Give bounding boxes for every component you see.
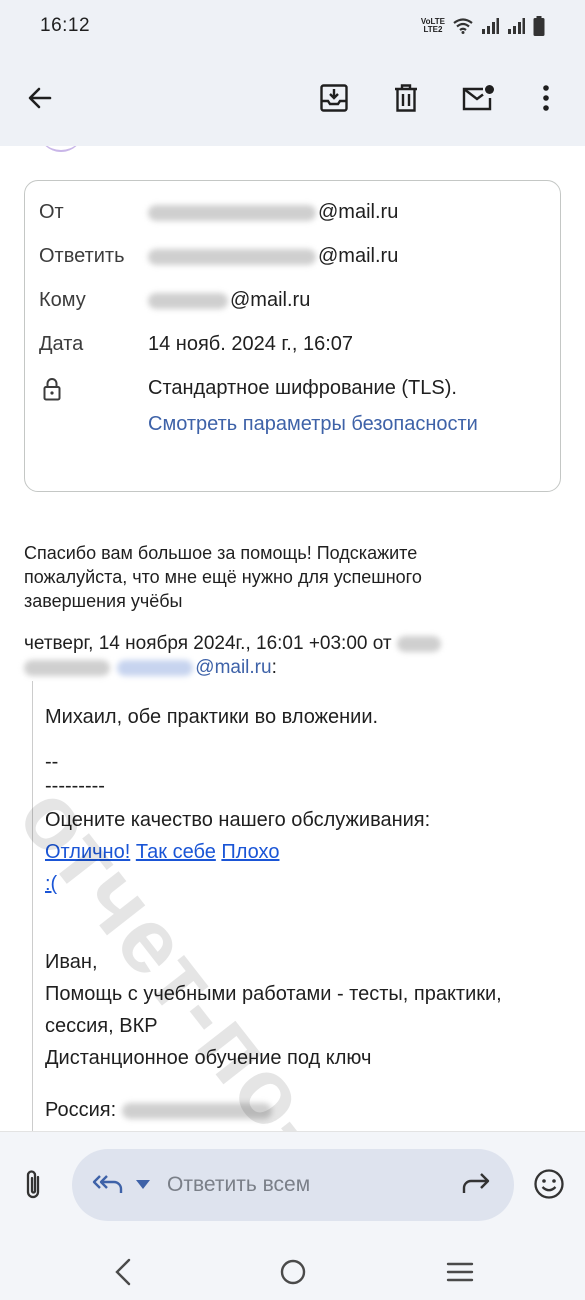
signature-name: Иван, xyxy=(45,951,98,973)
rate-so-so-link[interactable]: Так себе xyxy=(136,841,216,863)
date-label: Дата xyxy=(39,333,84,355)
lock-icon xyxy=(43,378,61,401)
app-bar xyxy=(0,52,585,146)
wifi-icon xyxy=(453,18,473,34)
avatar xyxy=(38,146,84,152)
message-content: От @mail.ru Ответить @mail.ru Кому @mail… xyxy=(0,146,585,1131)
to-value: @mail.ru xyxy=(148,289,310,312)
separator-line: --------- xyxy=(45,775,105,797)
status-time: 16:12 xyxy=(40,15,91,36)
redacted-reply-to xyxy=(148,248,316,265)
rate-sad-link[interactable]: :( xyxy=(45,873,57,895)
reply-all-icon xyxy=(92,1175,123,1193)
service-line: Дистанционное обучение под ключ xyxy=(45,1047,372,1069)
more-vert-icon xyxy=(543,85,549,111)
emoji-icon xyxy=(534,1169,564,1199)
reply-to-label: Ответить xyxy=(39,245,125,267)
back-button[interactable] xyxy=(18,76,62,120)
nav-back-icon[interactable] xyxy=(114,1258,132,1286)
emoji-button[interactable] xyxy=(533,1168,565,1205)
nav-recents-icon[interactable] xyxy=(446,1261,474,1283)
quoted-message: Михаил, обе практики во вложении. -- ---… xyxy=(32,681,572,1131)
reply-to-value: @mail.ru xyxy=(148,245,398,268)
archive-button[interactable] xyxy=(312,76,356,120)
signature-dash: -- xyxy=(45,751,59,773)
rate-excellent-link[interactable]: Отлично! xyxy=(45,841,130,863)
from-label: От xyxy=(39,201,64,223)
redacted-email xyxy=(117,659,194,676)
system-nav-bar xyxy=(0,1242,585,1300)
redacted-name xyxy=(396,635,441,652)
redacted-phone xyxy=(121,1102,272,1119)
rate-bad-link[interactable]: Плохо xyxy=(221,841,279,863)
attach-button[interactable] xyxy=(20,1168,46,1207)
message-details-card: От @mail.ru Ответить @mail.ru Кому @mail… xyxy=(24,180,561,492)
message-body: Спасибо вам большое за помощь! Подскажит… xyxy=(24,543,422,611)
battery-icon xyxy=(533,16,545,36)
quote-header: четверг, 14 ноября 2024г., 16:01 +03:00 … xyxy=(24,632,443,680)
reply-all-box[interactable]: Ответить всем xyxy=(72,1149,514,1221)
encryption-text: Стандартное шифрование (TLS). xyxy=(148,377,457,399)
security-details-link[interactable]: Смотреть параметры безопасности xyxy=(148,413,478,436)
delete-button[interactable] xyxy=(384,76,428,120)
rating-links: Отлично! Так себе Плохо xyxy=(45,839,279,865)
service-line: сессия, ВКР xyxy=(45,1015,158,1037)
service-line: Помощь с учебными работами - тесты, прак… xyxy=(45,983,502,1005)
network-label: VoLTE LTE2 xyxy=(420,17,445,34)
quoted-line: Михаил, обе практики во вложении. xyxy=(45,706,379,728)
rating-prompt: Оцените качество нашего обслуживания: xyxy=(45,809,431,831)
signal-icon xyxy=(508,18,525,34)
status-bar: 16:12 VoLTE LTE2 xyxy=(0,0,585,52)
attachment-icon xyxy=(26,1170,40,1199)
reply-placeholder: Ответить всем xyxy=(167,1173,311,1196)
archive-icon xyxy=(320,84,348,112)
more-options-button[interactable] xyxy=(524,76,568,120)
trash-icon xyxy=(395,84,417,112)
dropdown-arrow-icon[interactable] xyxy=(136,1180,150,1189)
signal-icon xyxy=(482,18,499,34)
date-value: 14 нояб. 2024 г., 16:07 xyxy=(148,333,353,355)
mark-unread-icon xyxy=(462,85,494,111)
phone-line: Россия: xyxy=(45,1097,274,1123)
forward-icon[interactable] xyxy=(462,1173,492,1195)
back-arrow-icon xyxy=(28,87,52,109)
quote-sender-email[interactable]: @mail.ru xyxy=(195,657,271,678)
status-icons: VoLTE LTE2 xyxy=(421,16,545,36)
redacted-sender xyxy=(148,204,316,221)
rating-sad-link-line: :( xyxy=(45,871,57,897)
redacted-recipient xyxy=(148,292,228,309)
nav-home-icon[interactable] xyxy=(280,1259,306,1285)
bottom-bar: Ответить всем xyxy=(0,1131,585,1300)
from-value: @mail.ru xyxy=(148,201,398,224)
mark-unread-button[interactable] xyxy=(456,76,500,120)
redacted-surname xyxy=(24,659,110,676)
to-label: Кому xyxy=(39,289,86,311)
